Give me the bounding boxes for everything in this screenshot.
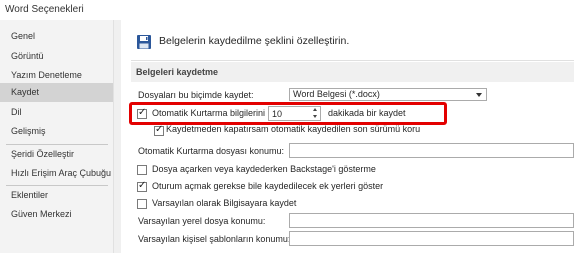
show-additional-places-checkbox[interactable]: ✓ bbox=[137, 180, 147, 192]
sidebar-item-customize-ribbon[interactable]: Şeridi Özelleştir bbox=[0, 145, 113, 164]
sidebar-item-advanced[interactable]: Gelişmiş bbox=[0, 122, 113, 141]
sidebar-item-quick-access-toolbar[interactable]: Hızlı Erişim Araç Çubuğu bbox=[0, 164, 113, 183]
highlight-annotation bbox=[129, 102, 447, 125]
save-format-label: Dosyaları bu biçimde kaydet: bbox=[138, 90, 254, 100]
autorecover-location-label: Otomatik Kurtarma dosyası konumu: bbox=[138, 146, 285, 156]
page-heading: Belgelerin kaydedilme şeklini özelleştir… bbox=[159, 35, 350, 47]
sidebar-item-trust-center[interactable]: Güven Merkezi bbox=[0, 205, 113, 224]
checkmark-icon: ✓ bbox=[155, 124, 164, 135]
keep-last-version-label: Kaydetmeden kapatırsam otomatik kaydedil… bbox=[166, 124, 421, 134]
keep-last-version-checkbox[interactable]: ✓ bbox=[154, 124, 164, 136]
heading-divider bbox=[131, 60, 574, 61]
save-format-dropdown[interactable]: Word Belgesi (*.docx) bbox=[289, 88, 487, 101]
personal-templates-input[interactable] bbox=[289, 231, 574, 246]
chevron-down-icon bbox=[476, 93, 482, 97]
section-header: Belgeleri kaydetme bbox=[131, 62, 574, 82]
options-panel: Belgelerin kaydedilme şeklini özelleştir… bbox=[121, 20, 574, 253]
sidebar-item-display[interactable]: Görüntü bbox=[0, 47, 113, 66]
save-to-computer-checkbox[interactable] bbox=[137, 199, 147, 209]
floppy-disk-icon bbox=[137, 35, 151, 49]
section-title: Belgeleri kaydetme bbox=[136, 67, 219, 77]
sidebar-item-save[interactable]: Kaydet bbox=[0, 83, 113, 102]
sidebar-item-general[interactable]: Genel bbox=[0, 27, 113, 46]
save-format-value: Word Belgesi (*.docx) bbox=[293, 89, 380, 99]
save-to-computer-label: Varsayılan olarak Bilgisayara kaydet bbox=[152, 198, 297, 208]
sidebar-item-language[interactable]: Dil bbox=[0, 103, 113, 122]
default-local-location-input[interactable] bbox=[289, 213, 574, 228]
default-local-location-label: Varsayılan yerel dosya konumu: bbox=[138, 216, 266, 226]
panel-gutter bbox=[114, 20, 121, 253]
backstage-checkbox[interactable] bbox=[137, 165, 147, 175]
autorecover-location-input[interactable] bbox=[289, 143, 574, 158]
personal-templates-label: Varsayılan kişisel şablonların konumu: bbox=[138, 234, 291, 244]
checkmark-icon: ✓ bbox=[138, 180, 147, 191]
title-bar: Word Seçenekleri bbox=[0, 0, 574, 20]
backstage-label: Dosya açarken veya kaydederken Backstage… bbox=[152, 164, 376, 174]
show-additional-places-label: Oturum açmak gerekse bile kaydedilecek e… bbox=[152, 181, 384, 191]
sidebar: Genel Görüntü Yazım Denetleme Kaydet Dil… bbox=[0, 20, 113, 253]
window-title: Word Seçenekleri bbox=[5, 4, 84, 15]
sidebar-item-addins[interactable]: Eklentiler bbox=[0, 186, 113, 205]
